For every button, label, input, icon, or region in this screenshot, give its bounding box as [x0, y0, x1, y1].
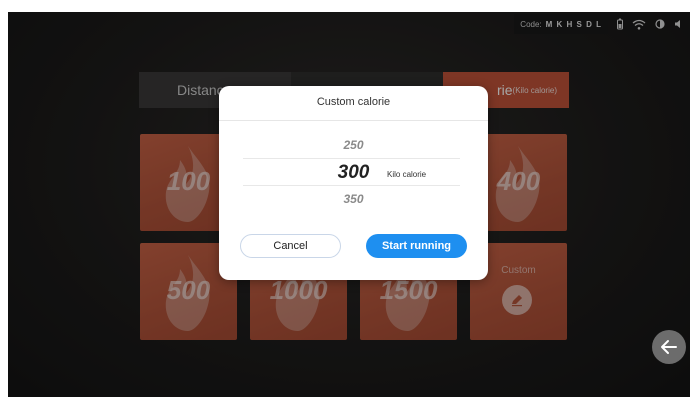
start-running-button[interactable]: Start running: [366, 234, 467, 258]
picker-line-bottom: [243, 185, 460, 186]
picker-unit: Kilo calorie: [387, 170, 427, 179]
app-screen: Code: M K H S D L Distance rie (Kilo calo…: [8, 12, 690, 397]
dialog-title: Custom calorie: [316, 96, 391, 108]
picker-line-top: [243, 158, 460, 159]
back-button[interactable]: [652, 330, 686, 364]
picker-next-value[interactable]: 350: [219, 192, 488, 206]
picker-prev-value[interactable]: 250: [219, 138, 488, 152]
cancel-button[interactable]: Cancel: [240, 234, 341, 258]
picker-current-value[interactable]: 300: [219, 162, 488, 184]
custom-calorie-dialog: Custom calorie 250 300 Kilo calorie 350 …: [219, 86, 488, 280]
dialog-divider: [219, 120, 488, 121]
arrow-left-icon: [661, 340, 677, 354]
